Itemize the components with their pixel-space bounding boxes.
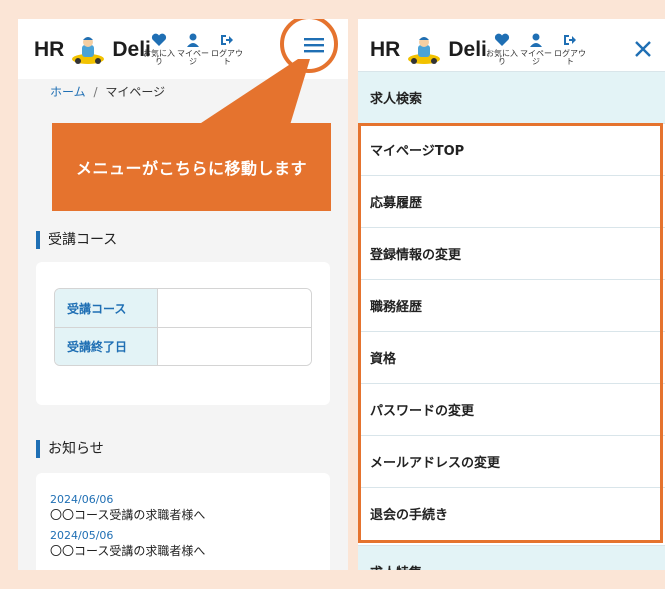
menu-item-withdraw[interactable]: 退会の手続き (358, 487, 665, 539)
news-date: 2024/06/06 (50, 493, 114, 506)
header-nav: お気に入り マイページ ログアウト (485, 33, 587, 66)
site-header: HR Deli お気に入り マイページ ログアウト (358, 19, 665, 79)
menu-screen: HR Deli お気に入り マイページ ログアウト 求人検索 マイページTOP … (358, 19, 665, 570)
menu-item-edit-registration[interactable]: 登録情報の変更 (358, 227, 665, 279)
news-date: 2024/05/06 (50, 529, 114, 542)
logout-icon (564, 35, 576, 45)
nav-mypage[interactable]: マイページ (519, 33, 553, 66)
menu-moved-callout: メニューがこちらに移動します (52, 123, 331, 211)
course-end-date-label: 受講終了日 (55, 328, 158, 365)
news-section-title: お知らせ (36, 440, 104, 458)
delivery-mascot-icon (408, 37, 441, 64)
course-end-date-value (158, 328, 311, 365)
news-item[interactable]: 2024/06/06 〇〇コース受講の求職者様へ (50, 493, 316, 523)
close-menu-button[interactable] (633, 39, 653, 63)
menu-item-change-email[interactable]: メールアドレスの変更 (358, 435, 665, 487)
mypage-screen: HR Deli お気に入り マイページ ログアウト ホーム / マイページ 受講… (18, 19, 348, 570)
course-card: 受講コース 受講終了日 (36, 262, 330, 405)
logo-text-hr: HR (370, 38, 401, 61)
heart-icon (494, 33, 510, 46)
course-row-end-date: 受講終了日 (55, 327, 311, 365)
menu-item-job-search[interactable]: 求人検索 (358, 71, 665, 123)
logo-text-deli: Deli (448, 38, 487, 61)
news-text: 〇〇コース受講の求職者様へ (50, 508, 206, 522)
nav-favorites[interactable]: お気に入り (485, 33, 519, 66)
close-icon (635, 41, 651, 57)
nav-logout[interactable]: ログアウト (553, 33, 587, 66)
menu-item-qualifications[interactable]: 資格 (358, 331, 665, 383)
menu-item-job-features[interactable]: 求人特集 (358, 545, 665, 570)
course-value (158, 289, 311, 327)
site-logo[interactable]: HR Deli (370, 35, 487, 65)
menu-item-application-history[interactable]: 応募履歴 (358, 175, 665, 227)
course-row-name: 受講コース (55, 289, 311, 327)
course-table: 受講コース 受講終了日 (54, 288, 312, 366)
news-card: 2024/06/06 〇〇コース受講の求職者様へ 2024/05/06 〇〇コー… (36, 473, 330, 570)
news-item[interactable]: 2024/05/06 〇〇コース受講の求職者様へ (50, 529, 316, 559)
course-label: 受講コース (55, 289, 158, 327)
course-section-title: 受講コース (36, 231, 117, 249)
menu-item-work-history[interactable]: 職務経歴 (358, 279, 665, 331)
news-text: 〇〇コース受講の求職者様へ (50, 544, 206, 558)
menu-item-mypage-top[interactable]: マイページTOP (358, 123, 665, 175)
user-icon (530, 33, 542, 47)
callout-pointer (198, 19, 338, 125)
menu-item-change-password[interactable]: パスワードの変更 (358, 383, 665, 435)
